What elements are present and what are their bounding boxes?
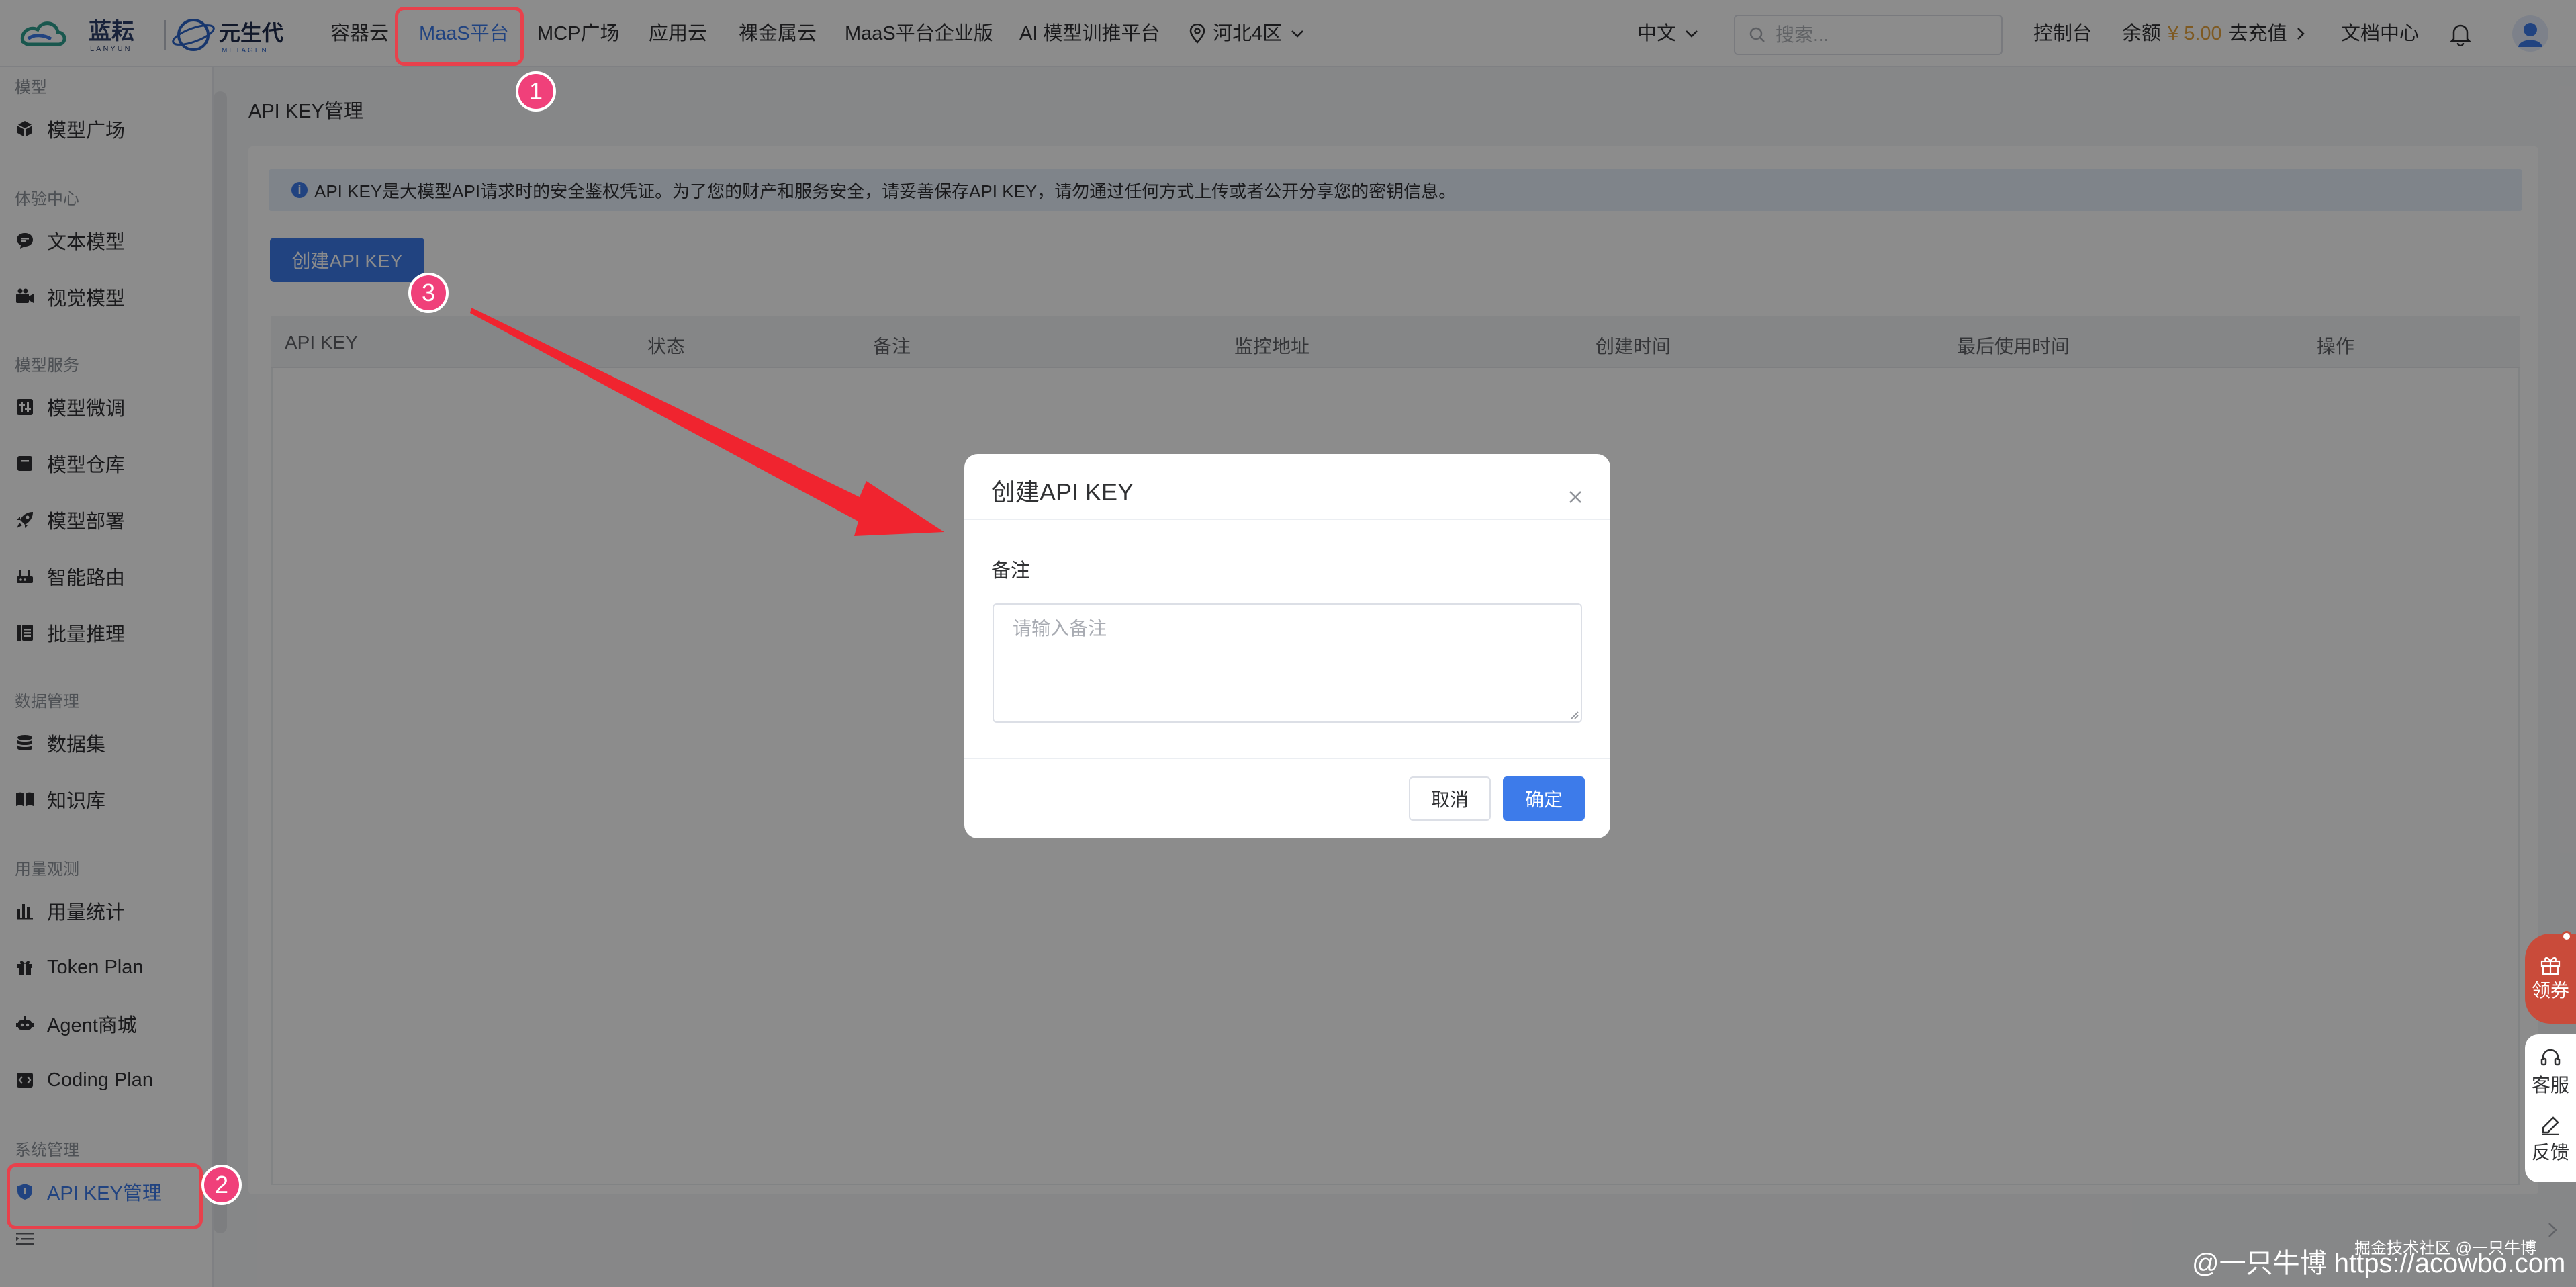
resize-handle-icon[interactable] xyxy=(1569,709,1579,720)
chevron-right-icon[interactable] xyxy=(2542,1220,2563,1240)
gift-icon xyxy=(2540,957,2561,975)
dialog-divider xyxy=(964,758,1610,759)
headset-icon xyxy=(2540,1049,2561,1066)
step-badge-2: 2 xyxy=(201,1165,242,1205)
cancel-button[interactable]: 取消 xyxy=(1409,776,1491,821)
float-panel: 客服 反馈 xyxy=(2525,1034,2576,1182)
close-icon[interactable] xyxy=(1562,484,1589,511)
coupon-label: 领券 xyxy=(2531,980,2569,1001)
coupon-button[interactable]: 领券 xyxy=(2525,934,2576,1024)
feedback-button[interactable]: 反馈 xyxy=(2525,1115,2576,1165)
step-badge-1: 1 xyxy=(516,71,556,112)
feedback-label: 反馈 xyxy=(2531,1142,2569,1163)
dialog-title: 创建API KEY xyxy=(991,478,1134,506)
remark-label: 备注 xyxy=(991,560,1031,582)
step-badge-3: 3 xyxy=(408,273,449,313)
highlight-box-maas xyxy=(395,7,524,66)
remark-textarea[interactable] xyxy=(993,603,1582,723)
edit-icon xyxy=(2542,1116,2559,1135)
customer-service-label: 客服 xyxy=(2531,1075,2569,1096)
customer-service-button[interactable]: 客服 xyxy=(2525,1048,2576,1098)
create-api-key-dialog: 创建API KEY 备注 取消 确定 xyxy=(964,454,1610,838)
watermark-author: @一只牛博 https://acowbo.com xyxy=(2192,1249,2566,1278)
annotation-arrow xyxy=(470,308,944,536)
dialog-divider xyxy=(964,519,1610,520)
confirm-button[interactable]: 确定 xyxy=(1503,776,1585,821)
notification-dot xyxy=(2561,931,2572,942)
highlight-box-api-key xyxy=(7,1163,203,1229)
